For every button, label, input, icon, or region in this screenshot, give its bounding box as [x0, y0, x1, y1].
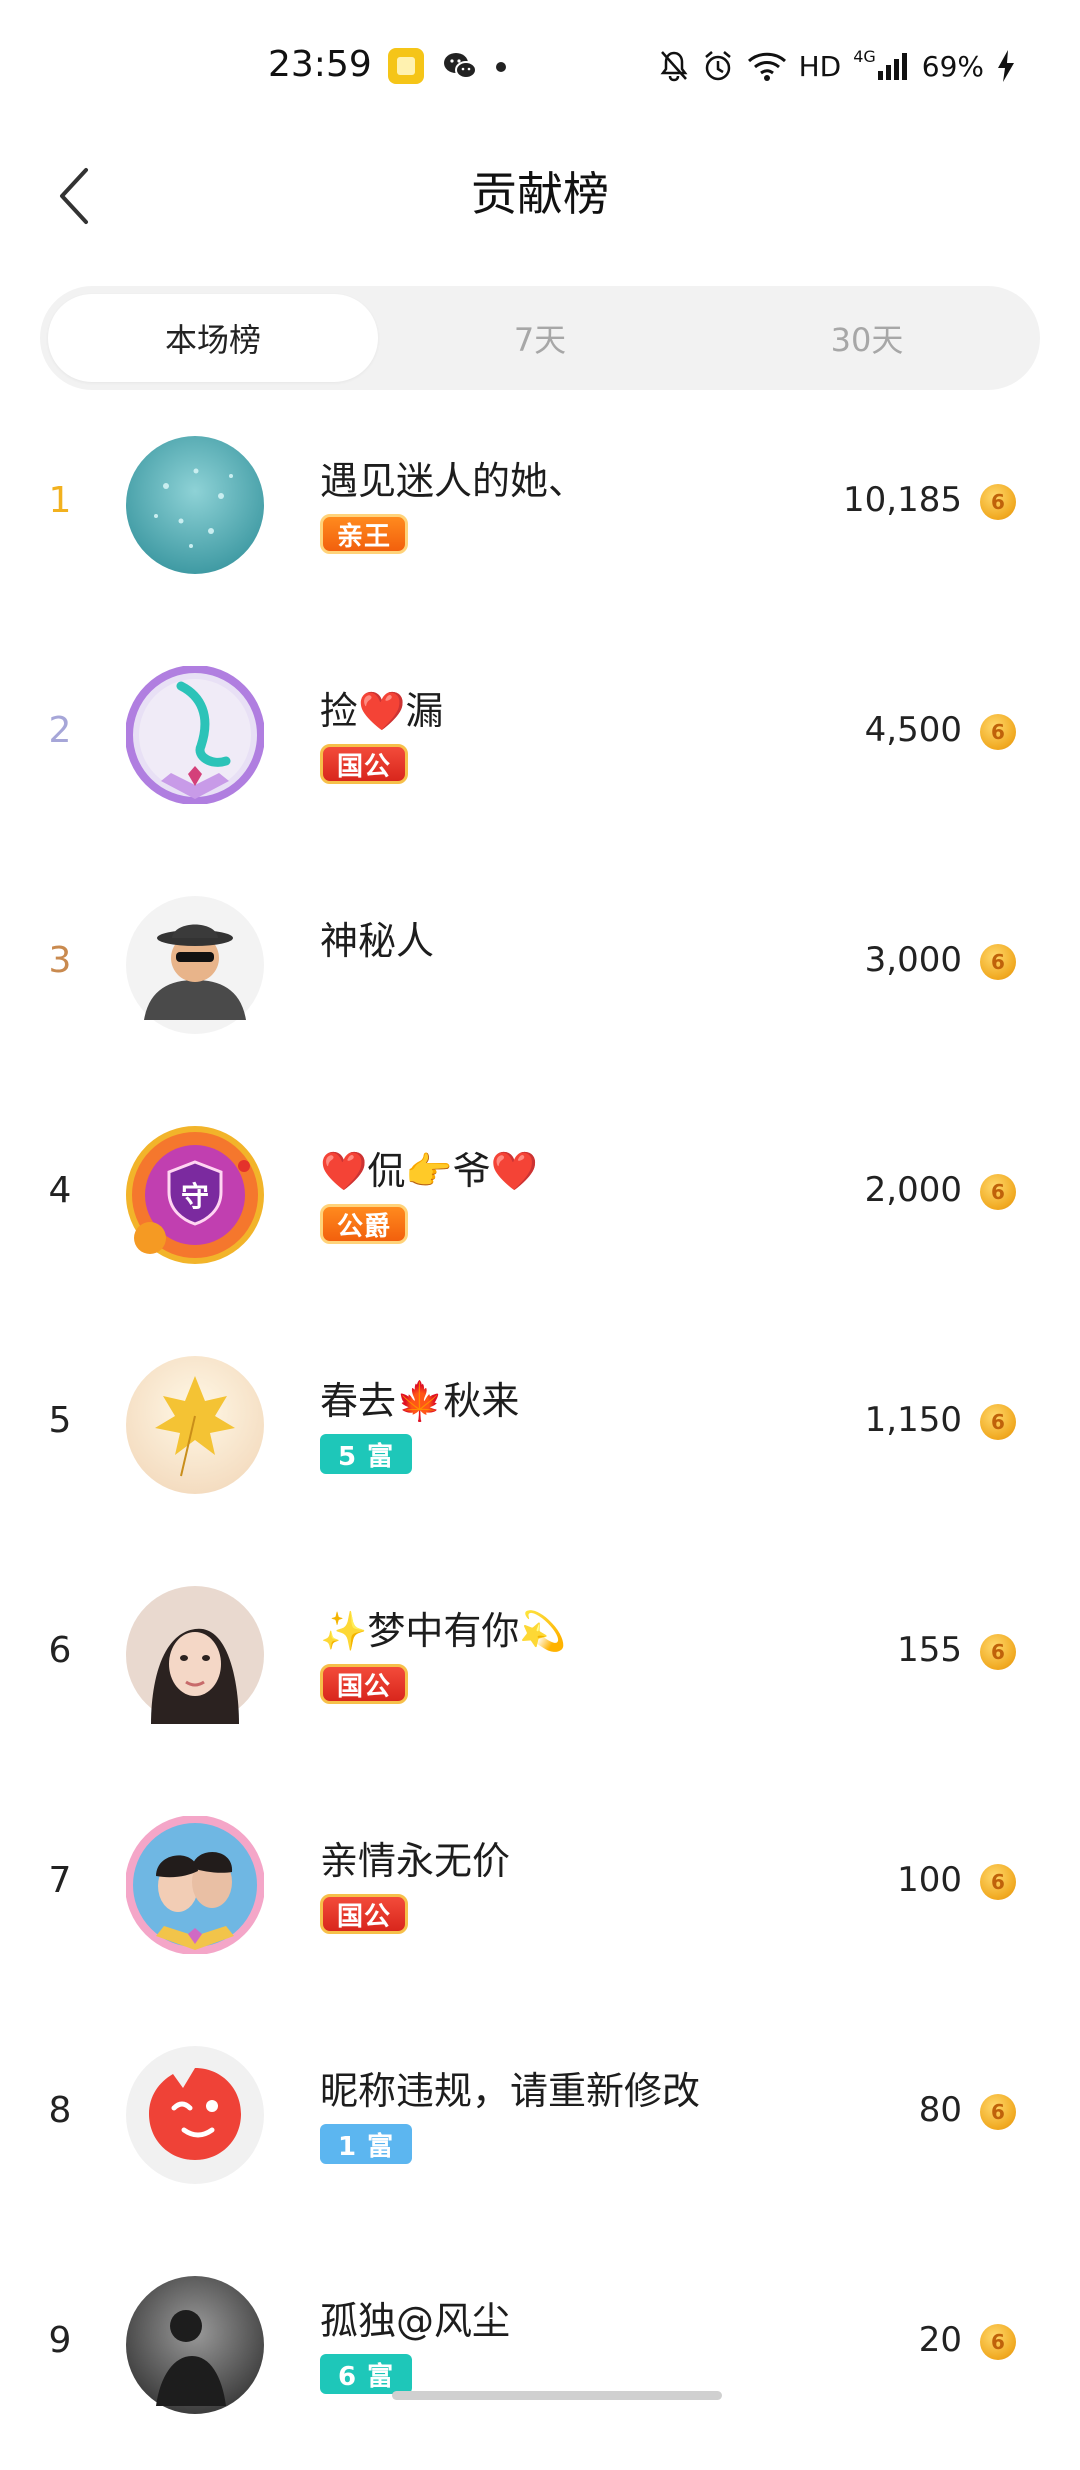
rank-number: 9 [48, 2320, 72, 2361]
user-name: 春去🍁秋来 [320, 1379, 520, 1423]
avatar[interactable] [126, 1356, 264, 1494]
avatar[interactable]: 守 [126, 1126, 264, 1264]
user-name: 亲情永无价 [320, 1839, 511, 1883]
user-name: 孤独@风尘 [320, 2299, 511, 2343]
signal-type: 4G [853, 46, 876, 66]
rank-number: 6 [48, 1630, 72, 1671]
list-item[interactable]: 2 捡❤️漏 国公 4,500 6 [0, 630, 1080, 860]
period-tabs: 本场榜 7天 30天 [40, 286, 1040, 390]
rank-number: 7 [48, 1860, 72, 1901]
dot-icon [496, 62, 506, 72]
user-name: ✨梦中有你💫 [320, 1609, 567, 1653]
avatar[interactable] [126, 666, 264, 804]
score-value: 155 [897, 1630, 962, 1670]
coin-icon: 6 [980, 2094, 1016, 2130]
rank-badge: 公爵 [320, 1204, 409, 1244]
rank-badge: 国公 [320, 1894, 409, 1934]
wealth-badge: 1 富 [320, 2124, 413, 2164]
avatar[interactable] [126, 2276, 264, 2414]
signal-icon [877, 53, 907, 80]
wifi-icon [747, 52, 786, 81]
score-value: 4,500 [864, 710, 962, 750]
avatar[interactable] [126, 1586, 264, 1724]
status-right: HD 4G 69% [659, 46, 1016, 86]
user-name: 捡❤️漏 [320, 689, 444, 733]
avatar[interactable] [126, 896, 264, 1034]
rank-number: 4 [48, 1170, 72, 1211]
list-item[interactable]: 4 守 ❤️侃👉爷❤️ 公爵 2,000 6 [0, 1090, 1080, 1320]
user-name: 神秘人 [320, 919, 435, 963]
score-value: 20 [918, 2320, 962, 2360]
alarm-icon [704, 51, 731, 81]
status-bar: 23:59 HD 4G 69% [0, 0, 1080, 140]
coin-icon: 6 [980, 1404, 1016, 1440]
rank-number: 1 [48, 480, 72, 521]
list-item[interactable]: 6 ✨梦中有你💫 国公 155 6 [0, 1550, 1080, 1780]
avatar[interactable] [126, 1816, 264, 1954]
score-value: 80 [918, 2090, 962, 2130]
tab-current-session[interactable]: 本场榜 [48, 294, 378, 382]
score-value: 10,185 [843, 480, 962, 520]
app-yellow-icon [388, 48, 424, 84]
rank-number: 8 [48, 2090, 72, 2131]
network-label: HD [798, 49, 842, 83]
list-item[interactable]: 8 昵称违规，请重新修改 1 富 80 6 [0, 2010, 1080, 2240]
charging-icon [998, 50, 1014, 82]
wechat-icon [444, 53, 477, 79]
user-name: 遇见迷人的她、 [320, 459, 587, 503]
coin-icon: 6 [980, 1634, 1016, 1670]
battery-level: 69% [921, 49, 984, 83]
list-item[interactable]: 3 神秘人 3,000 6 [0, 860, 1080, 1090]
wealth-badge: 6 富 [320, 2354, 413, 2394]
coin-icon: 6 [980, 484, 1016, 520]
score-value: 3,000 [864, 940, 962, 980]
list-item[interactable]: 1 遇见迷人的她、 亲王 10,185 6 [0, 400, 1080, 630]
avatar[interactable] [126, 2046, 264, 2184]
rank-badge: 国公 [320, 744, 409, 784]
score-value: 1,150 [864, 1400, 962, 1440]
score-value: 100 [897, 1860, 962, 1900]
score-value: 2,000 [864, 1170, 962, 1210]
rank-number: 2 [48, 710, 72, 751]
list-item[interactable]: 5 春去🍁秋来 5 富 1,150 6 [0, 1320, 1080, 1550]
wealth-badge: 5 富 [320, 1434, 413, 1474]
coin-icon: 6 [980, 944, 1016, 980]
list-item[interactable]: 7 亲情永无价 国公 100 6 [0, 1780, 1080, 2010]
tab-30-days[interactable]: 30天 [702, 294, 1032, 382]
user-name: 昵称违规，请重新修改 [320, 2069, 701, 2113]
rank-number: 5 [48, 1400, 72, 1441]
coin-icon: 6 [980, 1864, 1016, 1900]
coin-icon: 6 [980, 2324, 1016, 2360]
page-title: 贡献榜 [471, 167, 609, 221]
header: 贡献榜 [0, 140, 1080, 250]
mute-icon [660, 51, 688, 82]
rank-badge: 亲王 [320, 514, 409, 554]
user-name: ❤️侃👉爷❤️ [320, 1149, 538, 1193]
coin-icon: 6 [980, 714, 1016, 750]
svg-text:守: 守 [181, 1180, 209, 1213]
tab-7-days[interactable]: 7天 [375, 294, 705, 382]
coin-icon: 6 [980, 1174, 1016, 1210]
rank-number: 3 [48, 940, 72, 981]
list-item[interactable]: 9 孤独@风尘 6 富 20 6 [0, 2240, 1080, 2470]
avatar[interactable] [126, 436, 264, 574]
status-time: 23:59 [268, 44, 372, 85]
home-indicator[interactable] [392, 2391, 722, 2400]
rank-badge: 国公 [320, 1664, 409, 1704]
